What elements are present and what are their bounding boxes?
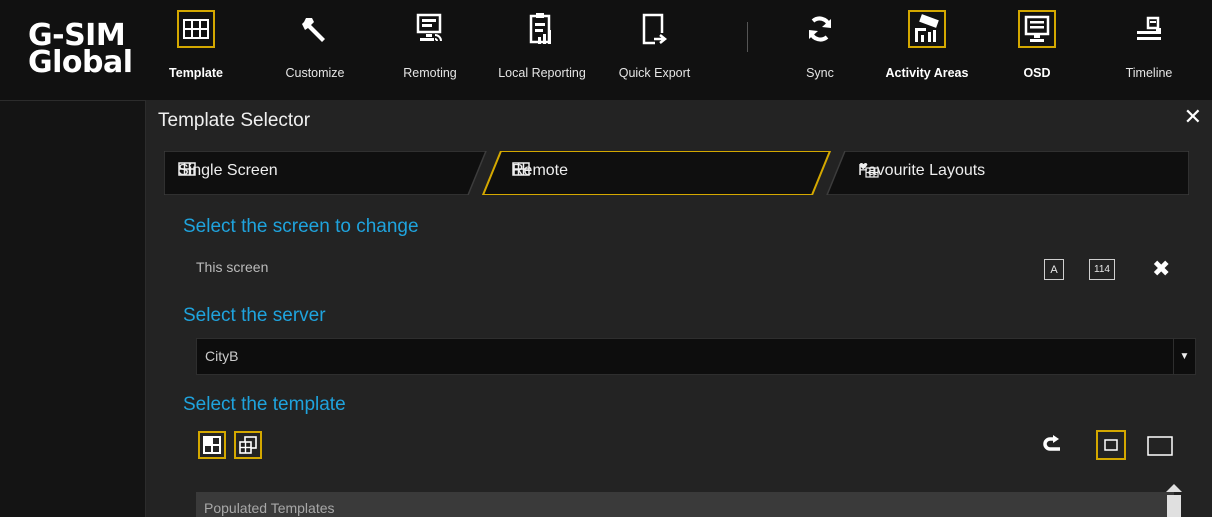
- toolbar-osd-button[interactable]: OSD: [1012, 6, 1062, 96]
- screen-letter-button[interactable]: A: [1044, 259, 1064, 280]
- toolbar-label: OSD: [1023, 66, 1051, 80]
- left-side-panel: [0, 100, 146, 517]
- toolbar-label: Quick Export: [618, 66, 691, 80]
- populated-templates-header: Populated Templates: [196, 492, 1174, 517]
- toolbar-label: Timeline: [1125, 66, 1173, 80]
- square-aspect-icon: [1096, 430, 1126, 460]
- grid-layout-icon: [177, 10, 215, 48]
- clipboard-report-icon: [523, 10, 561, 48]
- layout-grid-button[interactable]: [198, 431, 226, 459]
- tab-remote[interactable]: Remote: [512, 162, 568, 180]
- chevron-down-icon[interactable]: ▼: [1173, 339, 1195, 374]
- toolbar-label: Activity Areas: [885, 66, 969, 80]
- aspect-wide-button[interactable]: [1147, 435, 1173, 462]
- wide-aspect-icon: [1147, 436, 1173, 456]
- copy-layout-icon: [239, 436, 257, 454]
- toolbar-template-button[interactable]: Template: [169, 6, 223, 96]
- grid-layout-icon: [178, 162, 196, 176]
- toolbar-label: Customize: [285, 66, 345, 80]
- camera-area-icon: [908, 10, 946, 48]
- top-toolbar: G-SIM Global Template Customize Remoting…: [0, 0, 1212, 100]
- layout-split-icon: [203, 436, 221, 454]
- remote-monitor-icon: [411, 10, 449, 48]
- toolbar-quick-export-button[interactable]: Quick Export: [607, 6, 702, 96]
- layout-copy-button[interactable]: [234, 431, 262, 459]
- monitor-osd-icon: [1018, 10, 1056, 48]
- tab-shapes: [164, 151, 1189, 195]
- export-icon: [636, 10, 674, 48]
- brand-logo: G-SIM Global: [28, 21, 143, 80]
- toolbar-label: Local Reporting: [498, 66, 586, 80]
- template-selector-dialog: Template Selector ✕ Single Screen Remote…: [146, 100, 1212, 517]
- rotate-icon[interactable]: [1042, 434, 1066, 461]
- tab-bar: Single Screen Remote Favourite Layouts: [164, 151, 1189, 195]
- tab-single-screen[interactable]: Single Screen: [178, 162, 278, 180]
- tab-favourite-layouts[interactable]: Favourite Layouts: [858, 162, 985, 180]
- toolbar-label: Template: [169, 66, 223, 80]
- screen-number-button[interactable]: 114: [1089, 259, 1115, 280]
- heart-grid-icon: [859, 163, 879, 178]
- toolbar-label: Sync: [806, 66, 834, 80]
- timeline-icon: [1130, 10, 1168, 48]
- screen-section-heading: Select the screen to change: [183, 216, 419, 237]
- server-select-value: CityB: [205, 348, 239, 364]
- toolbar-remoting-button[interactable]: Remoting: [395, 6, 465, 96]
- scroll-up-icon: [1166, 484, 1182, 517]
- template-section-heading: Select the template: [183, 394, 346, 415]
- wrench-icon: [296, 10, 334, 48]
- server-section-heading: Select the server: [183, 305, 326, 326]
- populated-templates-label: Populated Templates: [204, 500, 335, 516]
- brand-line2: Global: [28, 45, 133, 80]
- sync-icon: [801, 10, 839, 48]
- toolbar-sync-button[interactable]: Sync: [795, 6, 845, 96]
- side-panel-content: [8, 109, 138, 517]
- list-scrollbar[interactable]: [1165, 484, 1183, 517]
- clear-screen-icon[interactable]: ✖: [1152, 256, 1170, 282]
- toolbar-divider: [747, 22, 748, 52]
- toolbar-timeline-button[interactable]: Timeline: [1114, 6, 1184, 96]
- close-icon[interactable]: ✕: [1184, 104, 1202, 130]
- toolbar-customize-button[interactable]: Customize: [280, 6, 350, 96]
- toolbar-label: Remoting: [403, 66, 457, 80]
- current-screen-label: This screen: [196, 259, 269, 275]
- grid-layout-icon: [512, 162, 530, 176]
- toolbar-local-reporting-button[interactable]: Local Reporting: [487, 6, 597, 96]
- server-select[interactable]: CityB ▼: [196, 338, 1196, 375]
- dialog-title: Template Selector: [158, 110, 311, 131]
- toolbar-activity-areas-button[interactable]: Activity Areas: [872, 6, 982, 96]
- aspect-square-button[interactable]: [1096, 430, 1126, 465]
